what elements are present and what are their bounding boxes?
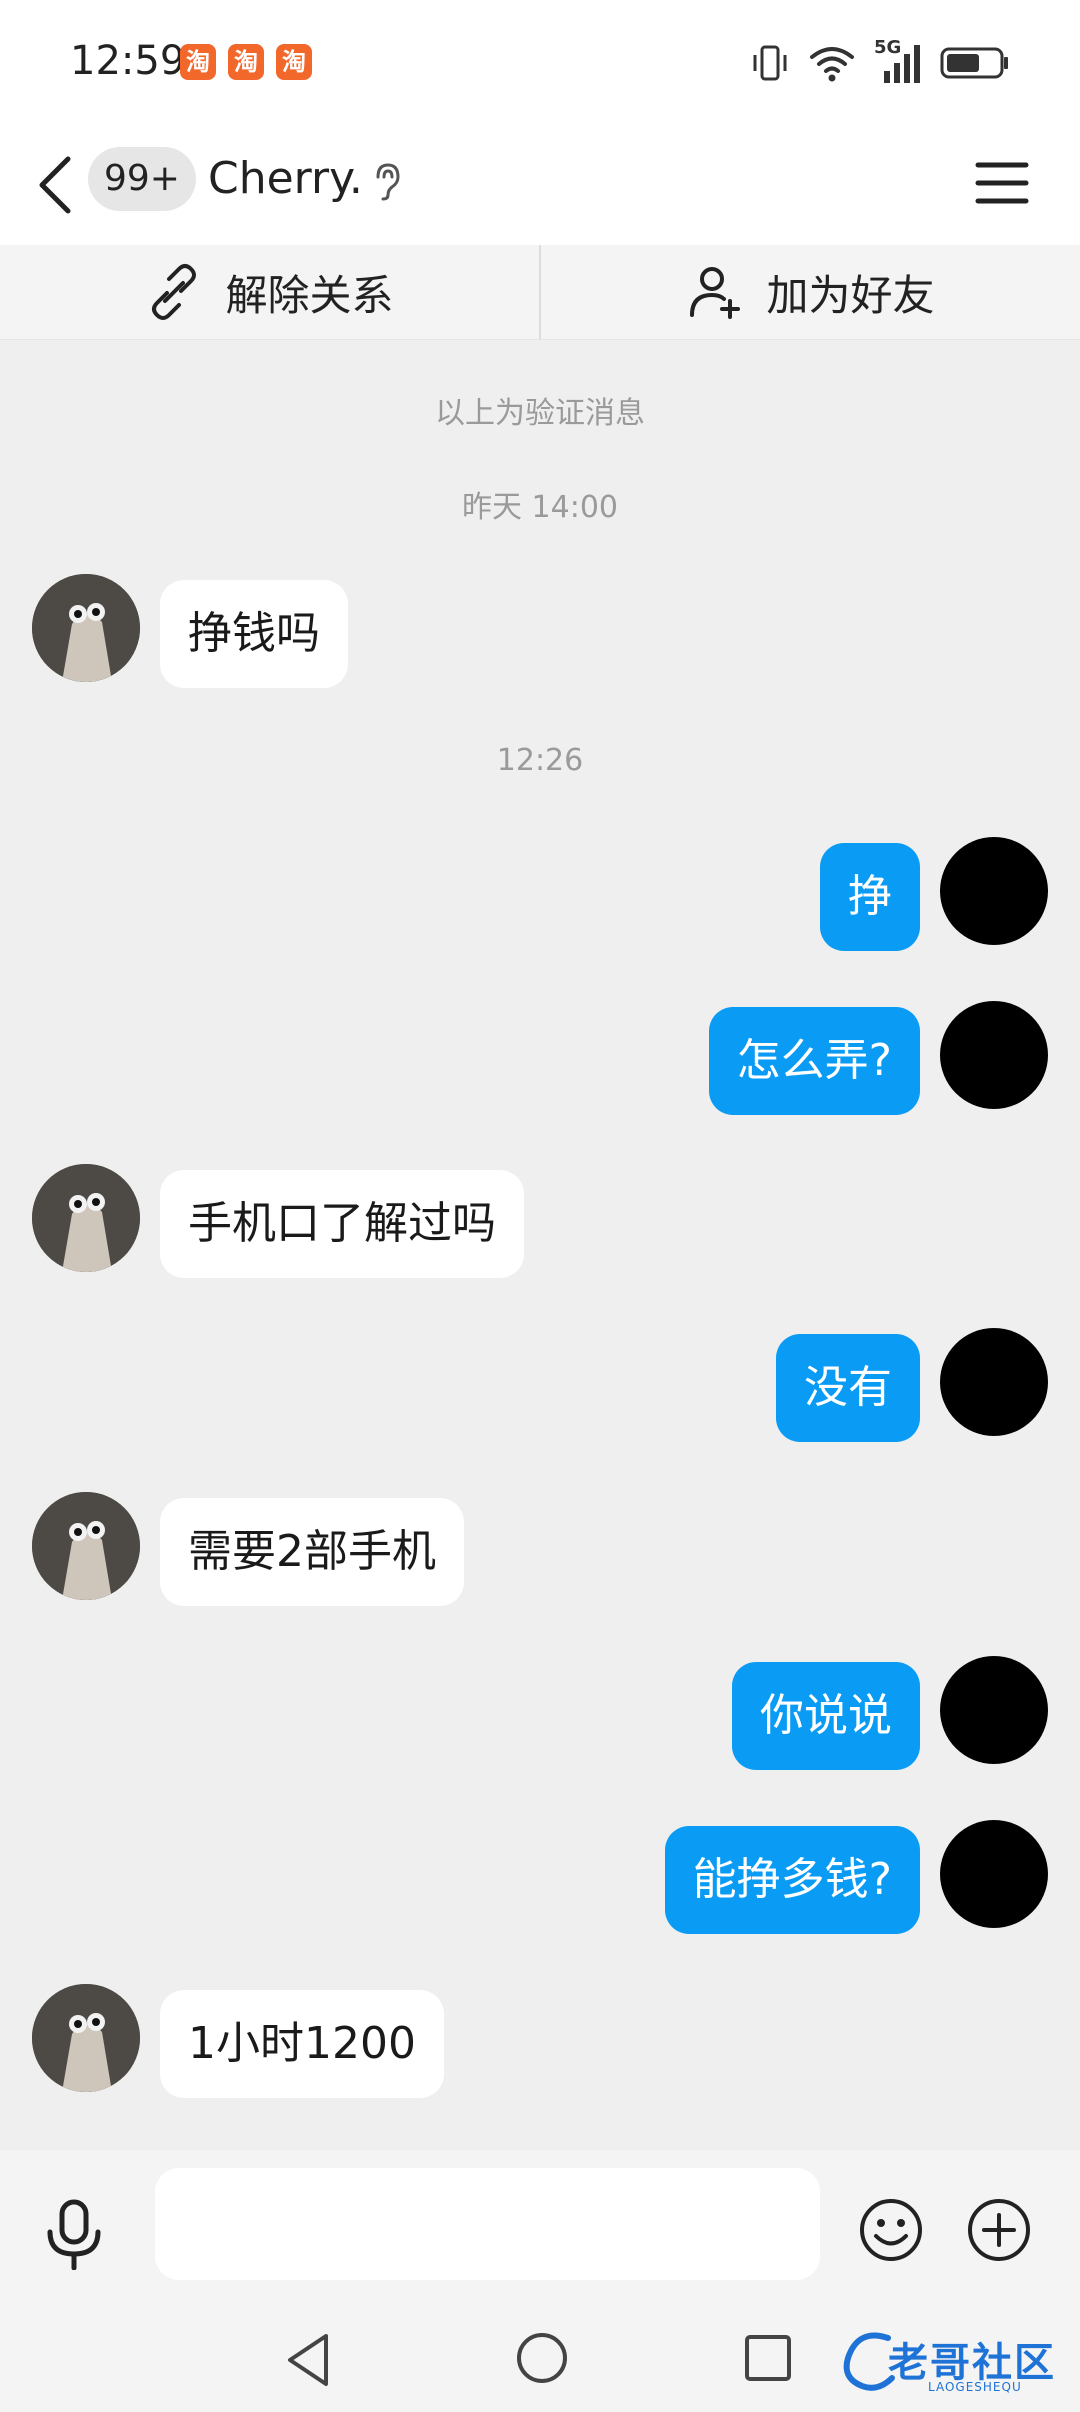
contact-avatar[interactable] — [32, 1492, 140, 1600]
my-avatar[interactable] — [940, 1820, 1048, 1928]
watermark-subtext: LAOGESHEQU — [928, 2380, 1022, 2394]
back-arrow-icon[interactable] — [32, 153, 82, 217]
outgoing-message-bubble[interactable]: 能挣多钱? — [664, 1826, 920, 1934]
status-bar: 12:59 淘 淘 淘 5G — [0, 0, 1080, 125]
broken-link-icon — [152, 264, 197, 320]
incoming-message-bubble[interactable]: 1小时1200 — [160, 1990, 444, 2098]
watermark-logo: 老哥社区 LAOGESHEQU — [838, 2322, 1070, 2402]
message-row: 手机口了解过吗 — [0, 1164, 1080, 1278]
add-friend-label: 加为好友 — [766, 270, 935, 320]
message-row: 能挣多钱? — [0, 1820, 1080, 1934]
chat-header: 99+ Cherry. — [0, 125, 1080, 245]
outgoing-message-bubble[interactable]: 没有 — [776, 1334, 920, 1442]
message-input-bar — [0, 2150, 1080, 2310]
outgoing-message-bubble[interactable]: 挣 — [820, 843, 920, 951]
system-notice: 以上为验证消息 — [435, 396, 645, 431]
taobao-notification-icon: 淘 — [180, 44, 216, 80]
my-avatar[interactable] — [940, 1001, 1048, 1109]
my-avatar[interactable] — [940, 837, 1048, 945]
menu-icon[interactable] — [972, 153, 1032, 213]
emoji-icon[interactable] — [858, 2197, 924, 2263]
incoming-message-bubble[interactable]: 手机口了解过吗 — [160, 1170, 524, 1278]
message-row: 你说说 — [0, 1656, 1080, 1770]
vibrate-icon — [753, 45, 787, 81]
unread-count-badge[interactable]: 99+ — [88, 147, 196, 211]
nav-recent-apps-icon[interactable] — [742, 2332, 794, 2384]
status-time: 12:59 — [70, 38, 186, 84]
message-row: 没有 — [0, 1328, 1080, 1442]
ear-icon[interactable] — [366, 161, 406, 201]
add-more-icon[interactable] — [966, 2197, 1032, 2263]
add-friend-button[interactable]: 加为好友 — [539, 245, 1080, 339]
nav-home-icon[interactable] — [514, 2330, 570, 2386]
wifi-icon — [810, 47, 854, 82]
cellular-signal-icon: 5G — [874, 37, 922, 85]
microphone-icon[interactable] — [42, 2198, 106, 2270]
outgoing-message-bubble[interactable]: 你说说 — [732, 1662, 920, 1770]
timestamp: 昨天 14:00 — [462, 490, 618, 525]
incoming-message-bubble[interactable]: 需要2部手机 — [160, 1498, 464, 1606]
status-icons: 5G — [750, 37, 1010, 88]
contact-avatar[interactable] — [32, 1984, 140, 2092]
message-row: 需要2部手机 — [0, 1492, 1080, 1606]
nav-back-icon[interactable] — [282, 2330, 334, 2390]
incoming-message-bubble[interactable]: 挣钱吗 — [160, 580, 348, 688]
unbind-relationship-button[interactable]: 解除关系 — [0, 245, 539, 339]
taobao-notification-icon: 淘 — [228, 44, 264, 80]
message-row: 1小时1200 — [0, 1984, 1080, 2098]
contact-name[interactable]: Cherry. — [208, 153, 363, 204]
system-navigation-bar: 老哥社区 LAOGESHEQU — [0, 2310, 1080, 2412]
add-user-icon — [690, 267, 741, 319]
relationship-actions: 解除关系 加为好友 — [0, 245, 1080, 340]
timestamp: 12:26 — [496, 743, 584, 778]
my-avatar[interactable] — [940, 1656, 1048, 1764]
contact-avatar[interactable] — [32, 1164, 140, 1272]
message-row: 怎么弄? — [0, 1001, 1080, 1115]
unbind-label: 解除关系 — [225, 270, 394, 320]
my-avatar[interactable] — [940, 1328, 1048, 1436]
outgoing-message-bubble[interactable]: 怎么弄? — [708, 1007, 920, 1115]
contact-avatar[interactable] — [32, 574, 140, 682]
message-input[interactable] — [155, 2168, 820, 2280]
message-row: 挣 — [0, 837, 1080, 951]
taobao-notification-icon: 淘 — [276, 44, 312, 80]
battery-icon — [940, 47, 1008, 79]
message-row: 挣钱吗 — [0, 574, 1080, 688]
